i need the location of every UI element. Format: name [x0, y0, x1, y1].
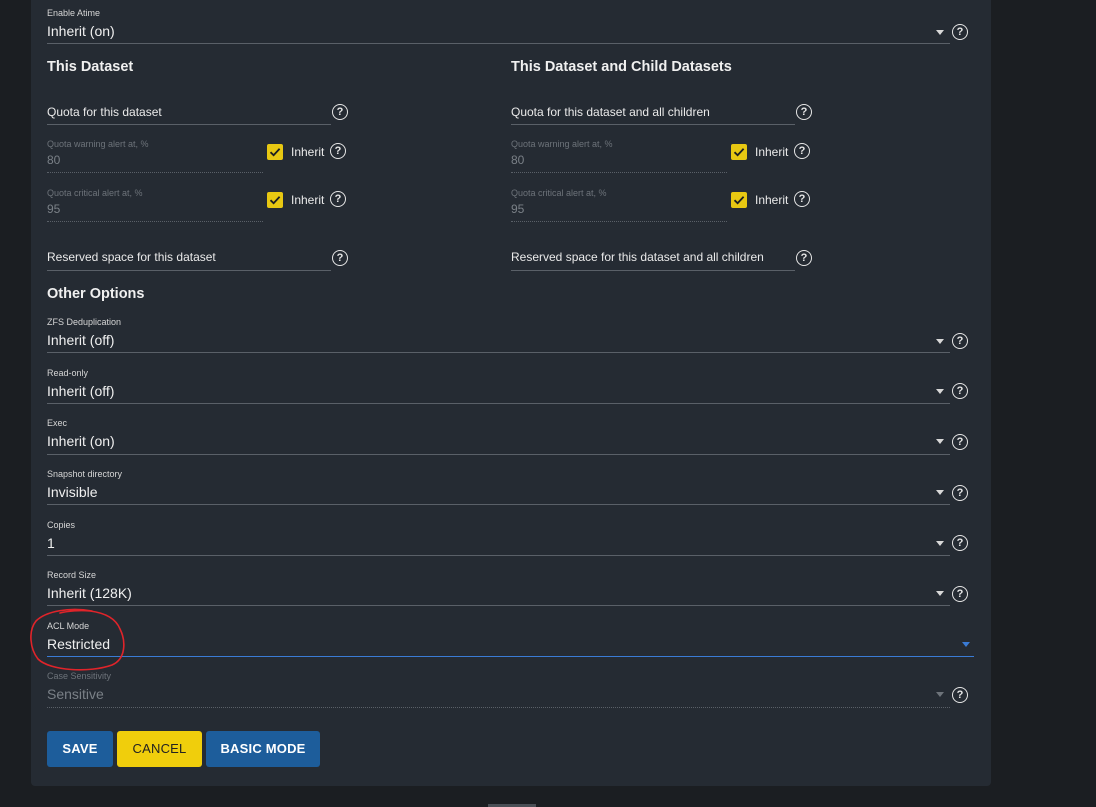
reserved-children-input[interactable]: Reserved space for this dataset and all … — [511, 250, 764, 264]
help-circle-icon[interactable]: ? — [952, 687, 968, 703]
other-options-title: Other Options — [47, 286, 145, 302]
help-circle-icon[interactable]: ? — [952, 333, 968, 349]
chevron-down-icon — [936, 692, 944, 697]
inherit-checkbox[interactable] — [731, 192, 747, 208]
chevron-down-icon[interactable] — [936, 339, 944, 344]
help-circle-icon[interactable]: ? — [330, 191, 346, 207]
quota-children-underline — [511, 124, 795, 125]
aclmode-underline — [47, 656, 974, 657]
copies-select[interactable]: 1 — [47, 535, 55, 551]
chevron-down-icon[interactable] — [936, 591, 944, 596]
help-circle-icon[interactable]: ? — [332, 104, 348, 120]
quota-dataset-input[interactable]: Quota for this dataset — [47, 105, 162, 119]
basic-mode-button[interactable]: BASIC MODE — [206, 731, 320, 767]
snapdir-underline — [47, 504, 950, 505]
atime-underline — [47, 43, 950, 44]
child-datasets-title: This Dataset and Child Datasets — [511, 59, 732, 75]
this-dataset-title: This Dataset — [47, 59, 134, 75]
copies-underline — [47, 555, 950, 556]
quota-critical-input[interactable]: 95 — [47, 202, 60, 216]
inherit-label: Inherit — [755, 145, 789, 159]
readonly-label: Read-only — [47, 368, 89, 378]
exec-select[interactable]: Inherit (on) — [47, 433, 115, 449]
help-circle-icon[interactable]: ? — [796, 250, 812, 266]
check-icon — [269, 148, 281, 157]
help-circle-icon[interactable]: ? — [952, 586, 968, 602]
chevron-down-icon[interactable] — [936, 389, 944, 394]
casesens-underline — [47, 707, 950, 708]
quota-critical-underline — [47, 221, 263, 222]
dedup-underline — [47, 352, 950, 353]
quota-critical-underline — [511, 221, 727, 222]
casesens-select[interactable]: Sensitive — [47, 686, 104, 702]
recordsize-label: Record Size — [47, 570, 97, 580]
help-circle-icon[interactable]: ? — [952, 24, 968, 40]
inherit-checkbox[interactable] — [267, 192, 283, 208]
quota-warning-input[interactable]: 80 — [47, 153, 60, 167]
recordsize-select[interactable]: Inherit (128K) — [47, 585, 132, 601]
quota-dataset-underline — [47, 124, 331, 125]
chevron-down-icon[interactable] — [962, 642, 970, 647]
reserved-children-underline — [511, 270, 795, 271]
quota-warning-label: Quota warning alert at, % — [511, 139, 613, 149]
chevron-down-icon[interactable] — [936, 541, 944, 546]
atime-label: Enable Atime — [47, 8, 101, 18]
help-circle-icon[interactable]: ? — [952, 485, 968, 501]
quota-warning-underline — [47, 172, 263, 173]
chevron-down-icon[interactable] — [936, 30, 944, 35]
chevron-down-icon[interactable] — [936, 490, 944, 495]
inherit-label: Inherit — [291, 193, 325, 207]
copies-label: Copies — [47, 520, 76, 530]
quota-children-input[interactable]: Quota for this dataset and all children — [511, 105, 710, 119]
aclmode-select[interactable]: Restricted — [47, 636, 110, 652]
reserved-dataset-input[interactable]: Reserved space for this dataset — [47, 250, 216, 264]
chevron-down-icon[interactable] — [936, 439, 944, 444]
atime-select[interactable]: Inherit (on) — [47, 23, 115, 39]
quota-critical-input[interactable]: 95 — [511, 202, 524, 216]
snapdir-select[interactable]: Invisible — [47, 484, 98, 500]
snapdir-label: Snapshot directory — [47, 469, 123, 479]
save-button[interactable]: SAVE — [47, 731, 113, 767]
readonly-select[interactable]: Inherit (off) — [47, 383, 114, 399]
quota-critical-label: Quota critical alert at, % — [511, 188, 607, 198]
inherit-checkbox[interactable] — [731, 144, 747, 160]
cancel-button[interactable]: CANCEL — [117, 731, 202, 767]
check-icon — [269, 196, 281, 205]
dedup-select[interactable]: Inherit (off) — [47, 332, 114, 348]
help-circle-icon[interactable]: ? — [330, 143, 346, 159]
help-circle-icon[interactable]: ? — [952, 535, 968, 551]
check-icon — [733, 196, 745, 205]
aclmode-label: ACL Mode — [47, 621, 90, 631]
reserved-dataset-underline — [47, 270, 331, 271]
exec-underline — [47, 454, 950, 455]
quota-warning-underline — [511, 172, 727, 173]
casesens-label: Case Sensitivity — [47, 671, 112, 681]
inherit-checkbox[interactable] — [267, 144, 283, 160]
readonly-underline — [47, 403, 950, 404]
help-circle-icon[interactable]: ? — [796, 104, 812, 120]
inherit-label: Inherit — [755, 193, 789, 207]
help-circle-icon[interactable]: ? — [794, 143, 810, 159]
inherit-label: Inherit — [291, 145, 325, 159]
recordsize-underline — [47, 605, 950, 606]
quota-critical-label: Quota critical alert at, % — [47, 188, 143, 198]
help-circle-icon[interactable]: ? — [794, 191, 810, 207]
check-icon — [733, 148, 745, 157]
exec-label: Exec — [47, 418, 68, 428]
help-circle-icon[interactable]: ? — [952, 434, 968, 450]
quota-warning-input[interactable]: 80 — [511, 153, 524, 167]
help-circle-icon[interactable]: ? — [332, 250, 348, 266]
dedup-label: ZFS Deduplication — [47, 317, 122, 327]
quota-warning-label: Quota warning alert at, % — [47, 139, 149, 149]
help-circle-icon[interactable]: ? — [952, 383, 968, 399]
